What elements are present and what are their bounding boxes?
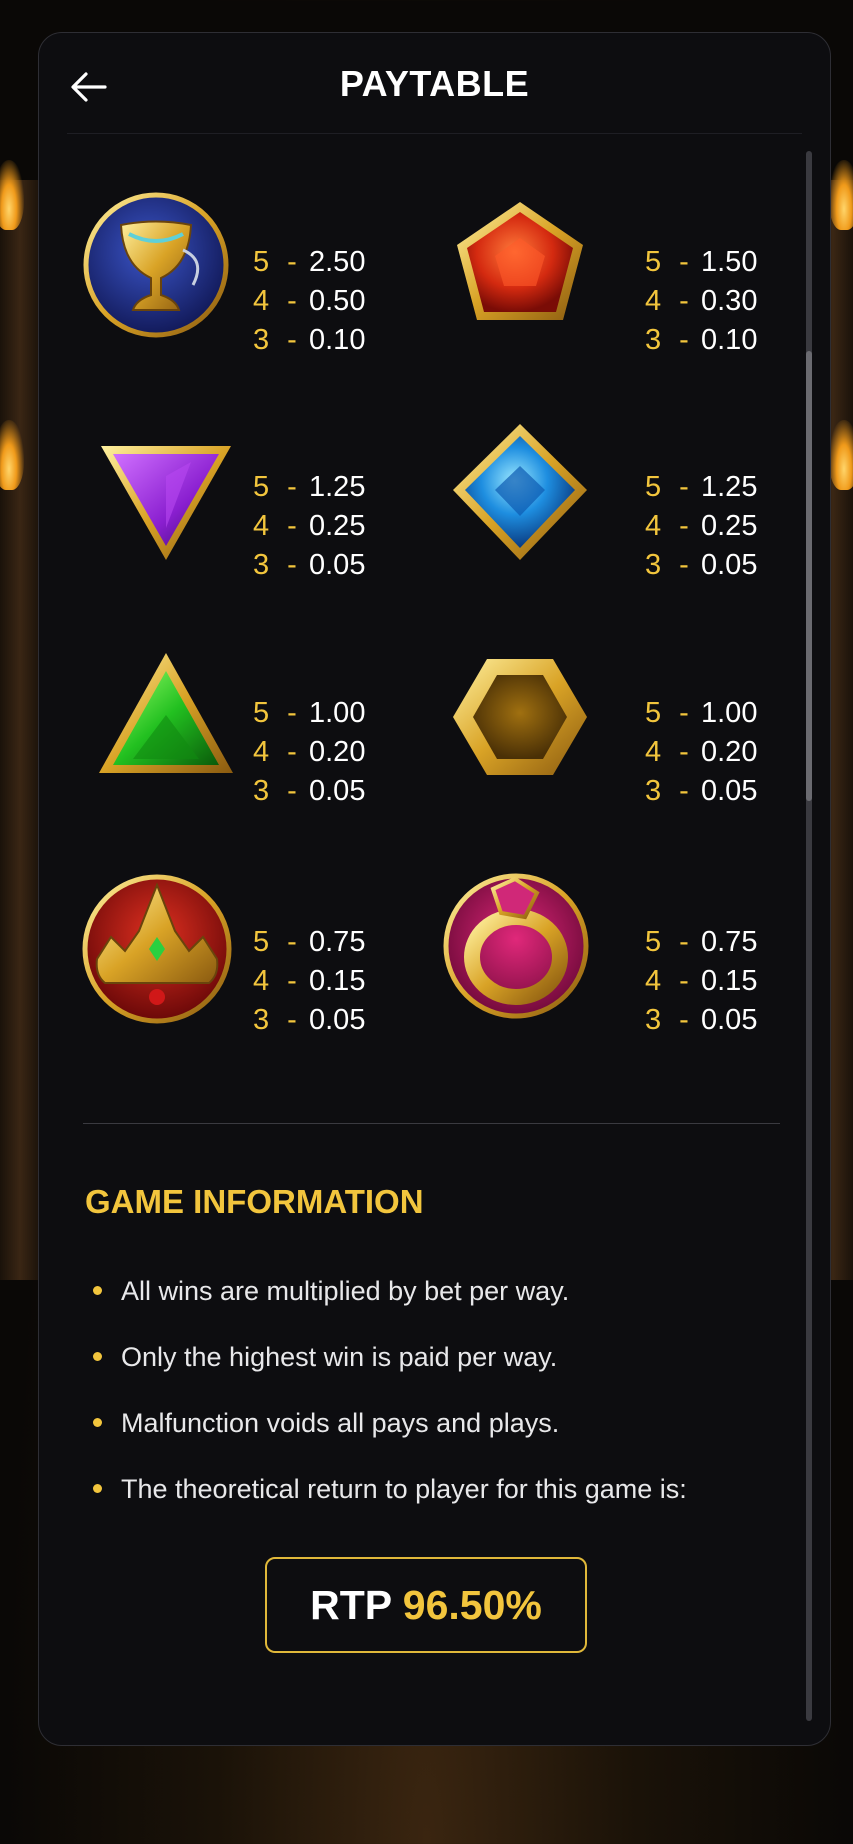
info-text: Malfunction voids all pays and plays.	[121, 1408, 560, 1438]
list-item: Only the highest win is paid per way.	[85, 1339, 805, 1405]
rtp-value: 96.50%	[402, 1582, 542, 1628]
paytable-panel: PAYTABLE 5-2.50 4-0.50 3-0.10 5 - 1.50 4…	[38, 32, 831, 1746]
header-divider	[67, 133, 802, 134]
bullet-icon	[93, 1286, 102, 1295]
list-item: All wins are multiplied by bet per way.	[85, 1273, 805, 1339]
bullet-icon	[93, 1484, 102, 1493]
game-information-title: GAME INFORMATION	[85, 1183, 424, 1220]
rtp-badge: RTP 96.50%	[265, 1557, 587, 1653]
scrollbar-thumb[interactable]	[806, 351, 812, 801]
purple-gem-symbol-icon	[91, 418, 241, 568]
paytable-values: 5-0.75 4-0.15 3-0.05	[253, 926, 366, 1036]
game-information-list: All wins are multiplied by bet per way. …	[85, 1273, 805, 1537]
scrollbar[interactable]	[806, 151, 812, 1721]
info-text: The theoretical return to player for thi…	[121, 1474, 687, 1504]
paytable-values: 5-1.25 4-0.25 3-0.05	[253, 471, 366, 581]
green-gem-symbol-icon	[91, 645, 241, 795]
list-item: The theoretical return to player for thi…	[85, 1471, 805, 1537]
rtp-label: RTP	[310, 1582, 392, 1628]
header: PAYTABLE	[39, 33, 830, 134]
paytable-values: 5-1.25 4-0.25 3-0.05	[645, 471, 758, 581]
chalice-symbol-icon	[81, 190, 231, 340]
blue-gem-symbol-icon	[445, 418, 595, 568]
background-pillar-left	[0, 180, 40, 1280]
ring-symbol-icon	[441, 871, 591, 1021]
gold-gem-symbol-icon	[445, 645, 595, 795]
torch-flame-icon	[829, 160, 853, 230]
paytable-values: 5-1.00 4-0.20 3-0.05	[253, 697, 366, 807]
paytable-values: 5-0.75 4-0.15 3-0.05	[645, 926, 758, 1036]
crown-symbol-icon	[79, 871, 232, 1024]
torch-flame-icon	[0, 160, 24, 230]
paytable-values: 5-1.50 4-0.30 3-0.10	[645, 246, 758, 356]
torch-flame-icon	[829, 420, 853, 490]
red-gem-symbol-icon	[445, 190, 595, 340]
bullet-icon	[93, 1352, 102, 1361]
info-text: Only the highest win is paid per way.	[121, 1342, 558, 1372]
page-title: PAYTABLE	[339, 63, 530, 104]
section-divider	[83, 1123, 780, 1124]
info-text: All wins are multiplied by bet per way.	[121, 1276, 570, 1306]
bullet-icon	[93, 1418, 102, 1427]
paytable-values: 5-2.50 4-0.50 3-0.10	[253, 246, 366, 356]
paytable-values: 5-1.00 4-0.20 3-0.05	[645, 697, 758, 807]
list-item: Malfunction voids all pays and plays.	[85, 1405, 805, 1471]
